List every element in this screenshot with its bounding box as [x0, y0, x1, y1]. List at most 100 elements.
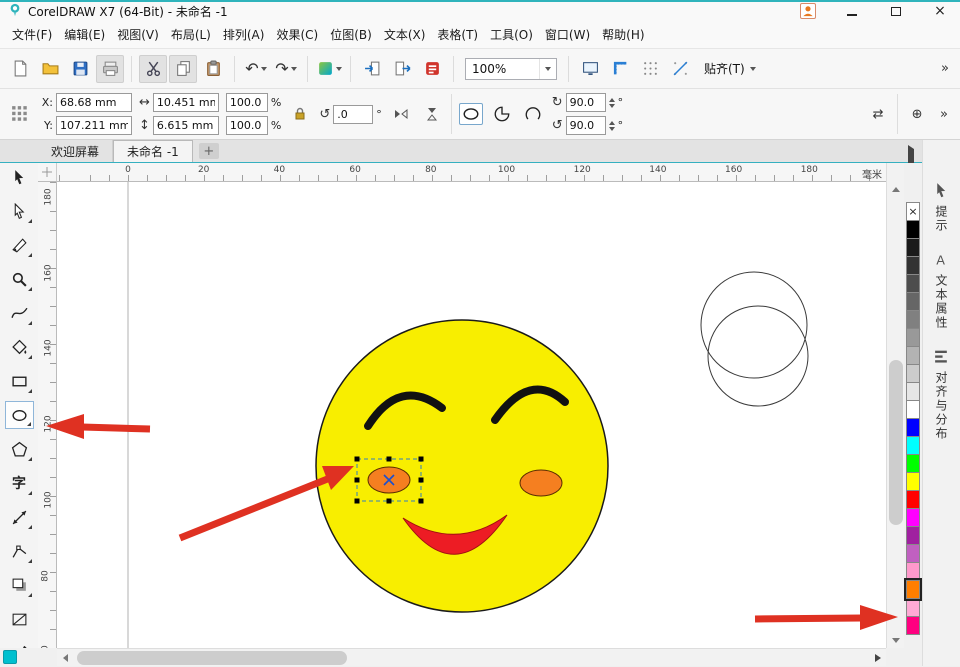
ellipse-tool[interactable] [5, 401, 34, 429]
open-button[interactable] [36, 55, 64, 83]
pie-mode-button[interactable] [490, 103, 514, 125]
text-tool[interactable]: 字 [5, 469, 34, 497]
scroll-right-button[interactable] [870, 649, 886, 667]
toolbar-overflow-button[interactable]: » [936, 61, 954, 76]
transparency-tool[interactable] [5, 605, 34, 633]
menu-item[interactable]: 表格(T) [431, 23, 484, 46]
horizontal-scroll-thumb[interactable] [77, 651, 347, 665]
document-tab[interactable]: 欢迎屏幕 [38, 140, 113, 162]
mirror-vertical-button[interactable] [420, 103, 444, 125]
end-angle-input[interactable] [566, 116, 606, 135]
snap-to-dropdown[interactable]: 贴齐(T) [696, 60, 764, 77]
color-swatch[interactable] [906, 472, 920, 491]
color-swatch[interactable] [906, 454, 920, 473]
drop-shadow-tool[interactable] [5, 571, 34, 599]
outline-circle-2[interactable] [708, 306, 808, 406]
color-swatch[interactable] [906, 400, 920, 419]
scale-y-input[interactable] [226, 116, 268, 135]
change-direction-button[interactable]: ⇄ [866, 103, 890, 125]
new-document-button[interactable] [6, 55, 34, 83]
object-width-input[interactable] [153, 93, 219, 112]
color-swatch[interactable] [906, 436, 920, 455]
no-color-swatch[interactable]: × [906, 202, 920, 221]
color-swatch[interactable] [906, 508, 920, 527]
new-tab-button[interactable]: + [199, 143, 219, 159]
print-button[interactable] [96, 55, 124, 83]
rotation-angle-input[interactable] [333, 105, 373, 124]
color-swatch[interactable] [906, 418, 920, 437]
zoom-tool[interactable] [5, 265, 34, 293]
docker-tab[interactable]: 提示 [933, 182, 950, 233]
color-swatch[interactable] [906, 220, 920, 239]
menu-item[interactable]: 排列(A) [217, 23, 271, 46]
end-angle-spinner[interactable] [609, 121, 615, 131]
redo-dropdown[interactable] [291, 67, 297, 71]
vertical-scroll-thumb[interactable] [889, 360, 903, 525]
scroll-up-button[interactable] [887, 181, 905, 197]
polygon-tool[interactable] [5, 435, 34, 463]
color-swatch[interactable] [906, 598, 920, 617]
color-swatch[interactable] [906, 580, 920, 599]
expand-docker-button[interactable] [908, 149, 914, 163]
zoom-level-select[interactable]: 100% [465, 58, 557, 80]
start-angle-spinner[interactable] [609, 98, 615, 108]
publish-pdf-button[interactable] [418, 55, 446, 83]
shape-tool[interactable] [5, 197, 34, 225]
color-swatch[interactable] [906, 490, 920, 509]
docker-tab[interactable]: A文本属性 [933, 251, 950, 330]
vertical-ruler[interactable]: 1801601401201008060 [38, 182, 57, 648]
color-swatch[interactable] [906, 346, 920, 365]
crop-tool[interactable] [5, 231, 34, 259]
menu-item[interactable]: 文件(F) [6, 23, 58, 46]
import-button[interactable] [358, 55, 386, 83]
property-bar-overflow-button[interactable]: » [936, 107, 952, 122]
color-swatch[interactable] [906, 238, 920, 257]
menu-item[interactable]: 编辑(E) [58, 23, 111, 46]
dynamic-guides-button[interactable] [666, 55, 694, 83]
mirror-horizontal-button[interactable] [389, 103, 413, 125]
menu-item[interactable]: 视图(V) [111, 23, 165, 46]
color-swatch[interactable] [906, 292, 920, 311]
show-rulers-button[interactable] [606, 55, 634, 83]
menu-item[interactable]: 工具(O) [484, 23, 539, 46]
outline-circle-1[interactable] [701, 272, 807, 378]
smiley-face-circle[interactable] [316, 320, 608, 612]
application-launcher-button[interactable] [315, 55, 343, 83]
arc-mode-button[interactable] [521, 103, 545, 125]
export-button[interactable] [388, 55, 416, 83]
copy-button[interactable] [169, 55, 197, 83]
color-swatch[interactable] [906, 364, 920, 383]
redo-button[interactable]: ↷ [272, 55, 300, 83]
color-swatch[interactable] [906, 616, 920, 635]
menu-item[interactable]: 帮助(H) [596, 23, 650, 46]
undo-button[interactable]: ↶ [242, 55, 270, 83]
freehand-tool[interactable] [5, 299, 34, 327]
color-swatch[interactable] [906, 310, 920, 329]
ruler-origin-button[interactable] [38, 163, 57, 182]
lock-ratio-button[interactable] [288, 103, 312, 125]
start-angle-input[interactable] [566, 93, 606, 112]
maximize-button[interactable] [888, 4, 904, 18]
menu-item[interactable]: 文本(X) [378, 23, 432, 46]
minimize-button[interactable] [844, 4, 860, 18]
menu-item[interactable]: 布局(L) [165, 23, 217, 46]
horizontal-ruler[interactable]: 毫米 020406080100120140160180 [57, 163, 886, 182]
scroll-left-button[interactable] [57, 649, 73, 667]
menu-item[interactable]: 效果(C) [270, 23, 324, 46]
drawing-canvas[interactable] [57, 182, 886, 648]
scale-x-input[interactable] [226, 93, 268, 112]
show-grid-button[interactable] [636, 55, 664, 83]
color-swatch[interactable] [906, 274, 920, 293]
launcher-dropdown[interactable] [336, 67, 342, 71]
color-swatch[interactable] [906, 382, 920, 401]
paste-button[interactable] [199, 55, 227, 83]
save-button[interactable] [66, 55, 94, 83]
docker-tab[interactable]: 对齐与分布 [933, 348, 950, 441]
document-tab-active[interactable]: 未命名 -1 [113, 140, 193, 162]
dimension-tool[interactable] [5, 503, 34, 531]
vertical-scrollbar[interactable] [886, 163, 904, 648]
x-position-input[interactable] [56, 93, 132, 112]
user-account-icon[interactable] [800, 3, 816, 19]
close-button[interactable]: × [932, 4, 948, 18]
object-height-input[interactable] [153, 116, 219, 135]
